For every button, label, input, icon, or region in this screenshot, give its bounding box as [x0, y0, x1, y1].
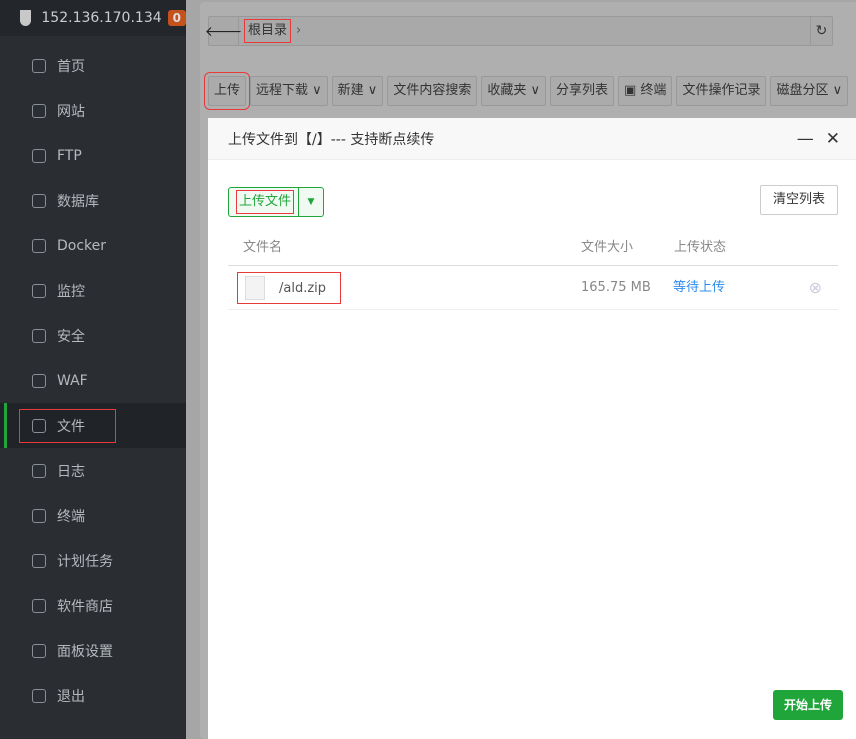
- grid-icon: [32, 598, 46, 613]
- toolbar-button-5[interactable]: 分享列表: [550, 76, 615, 106]
- shield-icon: [32, 328, 46, 343]
- sidebar-item-3[interactable]: 数据库: [0, 178, 186, 223]
- sidebar-item-label: 文件: [57, 418, 85, 435]
- sidebar-item-8[interactable]: 文件: [0, 403, 186, 448]
- refresh-button[interactable]: ↻: [810, 17, 832, 45]
- sidebar-item-13[interactable]: 面板设置: [0, 628, 186, 673]
- toolbar-button-0[interactable]: 上传: [203, 72, 251, 110]
- log-icon: [32, 463, 46, 478]
- sidebar-item-0[interactable]: 首页: [0, 43, 186, 88]
- upload-file-group: 上传文件 ▼: [228, 187, 325, 217]
- toolbar-button-8[interactable]: 磁盘分区 ∨: [770, 76, 849, 106]
- toolbar-button-3[interactable]: 文件内容搜索: [387, 76, 478, 106]
- minimize-icon[interactable]: —: [797, 129, 814, 149]
- toolbar-button-4[interactable]: 收藏夹 ∨: [481, 76, 546, 106]
- docker-icon: [32, 238, 46, 253]
- sidebar-item-label: 安全: [57, 328, 85, 345]
- sidebar-item-11[interactable]: 计划任务: [0, 538, 186, 583]
- close-icon[interactable]: ✕: [826, 129, 840, 149]
- sidebar-item-label: 首页: [57, 58, 85, 75]
- upload-status: 等待上传: [673, 280, 726, 295]
- clear-list-button[interactable]: 清空列表: [759, 185, 838, 215]
- gear-icon: [32, 643, 46, 658]
- sidebar-item-label: 日志: [57, 463, 85, 480]
- calendar-icon: [32, 553, 46, 568]
- sidebar-item-label: FTP: [57, 147, 82, 164]
- dialog-title: 上传文件到【/】--- 支持断点续传: [228, 131, 435, 148]
- column-size: 文件大小: [581, 240, 634, 255]
- sidebar-item-label: 退出: [57, 688, 85, 705]
- toolbar-button-1[interactable]: 远程下载 ∨: [250, 76, 328, 106]
- table-row: /ald.zip 165.75 MB 等待上传 ⊗: [228, 266, 838, 310]
- remove-file-icon[interactable]: ⊗: [809, 266, 822, 310]
- chevron-right-icon: ›: [296, 23, 302, 38]
- file-name: /ald.zip: [279, 280, 327, 296]
- host-ip: 152.136.170.134: [41, 10, 162, 26]
- toolbar-button-7[interactable]: 文件操作记录: [676, 76, 767, 106]
- logo-icon: [20, 10, 32, 26]
- sidebar-item-1[interactable]: 网站: [0, 88, 186, 133]
- monitor-icon: [32, 283, 46, 298]
- file-size: 165.75 MB: [581, 280, 651, 295]
- toolbar: 上传 远程下载 ∨ 新建 ∨ 文件内容搜索 收藏夹 ∨ 分享列表 ▣ 终端 文件操作记录 磁盘分…: [203, 72, 849, 110]
- home-icon: [32, 58, 46, 73]
- start-upload-button[interactable]: 开始上传: [772, 690, 843, 720]
- sidebar-item-label: 终端: [57, 508, 85, 525]
- column-status: 上传状态: [674, 240, 727, 255]
- sidebar-item-label: 监控: [57, 283, 85, 300]
- sidebar-item-label: 计划任务: [57, 553, 113, 570]
- globe-icon: [32, 103, 46, 118]
- toolbar-button-6[interactable]: ▣ 终端: [618, 76, 673, 106]
- upload-dialog: 上传文件到【/】--- 支持断点续传 — ✕ 上传文件 ▼ 清空列表 文件名 文件…: [208, 118, 856, 739]
- caret-down-icon[interactable]: ▼: [298, 188, 323, 216]
- sidebar-item-label: 网站: [57, 103, 85, 120]
- database-icon: [32, 193, 46, 208]
- notification-badge[interactable]: 0: [167, 10, 186, 26]
- breadcrumb-root[interactable]: 根目录: [243, 19, 292, 43]
- sidebar-item-2[interactable]: FTP: [0, 133, 186, 178]
- sidebar-item-9[interactable]: 日志: [0, 448, 186, 493]
- column-name: 文件名: [243, 240, 283, 255]
- folder-icon: [32, 418, 46, 433]
- sidebar-item-7[interactable]: WAF: [0, 358, 186, 403]
- file-name-cell: /ald.zip: [237, 272, 341, 304]
- sidebar-item-4[interactable]: Docker: [0, 223, 186, 268]
- file-icon: [245, 276, 265, 300]
- ftp-icon: [32, 148, 46, 163]
- sidebar-item-14[interactable]: 退出: [0, 673, 186, 718]
- terminal-icon: [32, 508, 46, 523]
- toolbar-button-2[interactable]: 新建 ∨: [331, 76, 384, 106]
- sidebar-item-label: Docker: [57, 237, 107, 254]
- sidebar-item-5[interactable]: 监控: [0, 268, 186, 313]
- sidebar-item-12[interactable]: 软件商店: [0, 583, 186, 628]
- logout-icon: [32, 688, 46, 703]
- brand: 152.136.170.134 0: [0, 0, 186, 36]
- table-header: 文件名 文件大小 上传状态: [228, 230, 838, 266]
- sidebar: 152.136.170.134 0 首页网站 FTP 数据库 Docker 监控安全 WA…: [0, 0, 186, 739]
- sidebar-item-label: 面板设置: [57, 643, 113, 660]
- sidebar-item-label: 数据库: [57, 193, 99, 210]
- upload-file-button[interactable]: 上传文件: [235, 190, 295, 214]
- sidebar-item-6[interactable]: 安全: [0, 313, 186, 358]
- sidebar-item-10[interactable]: 终端: [0, 493, 186, 538]
- waf-icon: [32, 373, 46, 388]
- sidebar-item-label: WAF: [57, 372, 88, 389]
- path-bar: 🡐 根目录 › ↻: [205, 16, 833, 46]
- back-button[interactable]: 🡐: [205, 17, 242, 45]
- sidebar-item-label: 软件商店: [57, 598, 113, 615]
